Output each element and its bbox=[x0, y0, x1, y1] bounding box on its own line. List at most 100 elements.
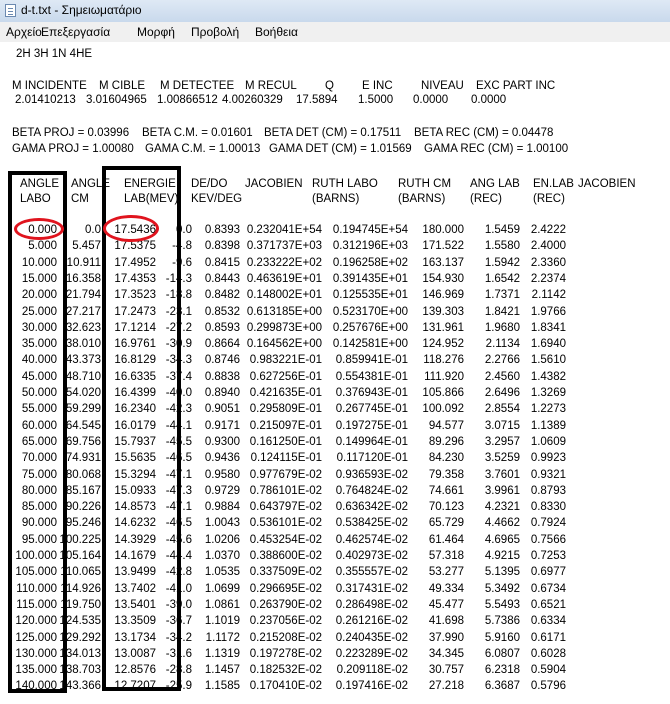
param-header: M RECUL bbox=[245, 80, 297, 92]
param-header: Q bbox=[325, 80, 334, 92]
table-cell: 0.8415 bbox=[204, 256, 240, 269]
table-cell: 0.263790E-02 bbox=[249, 598, 322, 611]
column-header: (REC) bbox=[533, 193, 565, 205]
column-header: (BARNS) bbox=[398, 193, 446, 205]
table-cell: 0.8793 bbox=[530, 484, 566, 497]
beta-rec: BETA REC (CM) = 0.04478 bbox=[414, 127, 554, 139]
column-header: LAB(MEV) bbox=[124, 193, 179, 205]
table-cell: 0.8532 bbox=[204, 305, 240, 318]
table-cell: 0.161250E-01 bbox=[249, 435, 322, 448]
table-cell: 0.8393 bbox=[204, 224, 240, 236]
menu-help[interactable]: Βοήθεια bbox=[255, 25, 298, 39]
column-header: CM bbox=[71, 193, 89, 205]
table-cell: 1.1019 bbox=[204, 615, 240, 628]
table-cell: 0.8940 bbox=[204, 387, 240, 399]
table-cell: 0.536101E-02 bbox=[249, 517, 322, 530]
table-cell: 0.977679E-02 bbox=[249, 468, 322, 481]
table-cell: 0.643797E-02 bbox=[249, 501, 322, 514]
table-cell: 1.1319 bbox=[204, 647, 240, 660]
table-cell: 1.1172 bbox=[205, 631, 240, 644]
table-cell: 0.124115E-01 bbox=[250, 452, 322, 465]
table-cell: 0.8443 bbox=[204, 272, 240, 285]
table-cell: 0.299873E+00 bbox=[246, 321, 322, 334]
param-value: 3.01604965 bbox=[86, 94, 147, 106]
table-cell: 0.6734 bbox=[530, 582, 566, 595]
table-cell: 2.2374 bbox=[530, 272, 566, 285]
table-cell: 0.148002E+01 bbox=[246, 289, 322, 302]
menu-edit[interactable]: Επεξεργασία bbox=[41, 25, 110, 39]
table-cell: 2.3360 bbox=[530, 256, 566, 269]
table-cell: 0.232041E+54 bbox=[246, 224, 322, 236]
column-header: ANG LAB bbox=[470, 178, 520, 190]
table-cell: 2.4000 bbox=[530, 240, 566, 253]
beta-cm: BETA C.M. = 0.01601 bbox=[142, 127, 253, 139]
window-title: d-t.txt - Σημειωματάριο bbox=[21, 3, 142, 17]
table-cell: 0.421635E-01 bbox=[249, 387, 322, 399]
column-header: ANGLE bbox=[71, 178, 110, 190]
table-cell: 0.8330 bbox=[530, 501, 566, 514]
table-cell: 1.5610 bbox=[530, 354, 566, 367]
table-cell: 0.6977 bbox=[530, 566, 566, 579]
table-cell: 0.371737E+03 bbox=[246, 240, 322, 253]
table-cell: 0.9321 bbox=[530, 468, 566, 481]
param-value: 17.5894 bbox=[296, 94, 338, 106]
column-header: RUTH CM bbox=[398, 178, 452, 190]
table-cell: 0.6028 bbox=[530, 647, 566, 660]
table-cell: 0.8398 bbox=[204, 240, 240, 253]
table-cell: 0.8664 bbox=[204, 338, 240, 351]
column-header: (BARNS) bbox=[312, 193, 360, 205]
gama-cm: GAMA C.M. = 1.00013 bbox=[145, 143, 261, 155]
table-cell: 0.388600E-02 bbox=[249, 550, 322, 562]
nuclei-line: 2H 3H 1N 4HE bbox=[16, 48, 93, 60]
table-cell: 0.463619E+01 bbox=[246, 272, 322, 285]
table-cell: 1.6940 bbox=[530, 338, 566, 351]
menu-format[interactable]: Μορφή bbox=[137, 25, 175, 39]
table-cell: 0.233222E+02 bbox=[246, 256, 322, 269]
table-cell: 0.8482 bbox=[204, 289, 240, 302]
menu-view[interactable]: Προβολή bbox=[191, 25, 239, 39]
table-cell: 1.1457 bbox=[204, 664, 240, 677]
table-cell: 1.4382 bbox=[530, 370, 566, 383]
table-cell: 0.9923 bbox=[530, 452, 566, 465]
column-header: JACOBIEN bbox=[245, 178, 303, 190]
table-cell: 0.9300 bbox=[204, 435, 240, 448]
table-cell: 0.296695E-02 bbox=[249, 582, 322, 595]
param-value: 0.0000 bbox=[413, 94, 449, 106]
table-cell: 1.0535 bbox=[204, 566, 240, 579]
table-cell: 0.983221E-01 bbox=[249, 354, 322, 367]
table-cell: 0.8746 bbox=[204, 354, 240, 367]
column-header: KEV/DEG bbox=[191, 193, 243, 205]
table-cell: 0.8838 bbox=[204, 370, 240, 383]
table-cell: 0.9436 bbox=[204, 452, 240, 465]
gama-proj: GAMA PROJ = 1.00080 bbox=[12, 143, 134, 155]
param-header: M INCIDENTE bbox=[12, 80, 87, 92]
column-header: RUTH LABO bbox=[312, 178, 378, 190]
table-cell: 0.170410E-02 bbox=[249, 680, 322, 693]
table-cell: 0.7253 bbox=[530, 550, 566, 562]
table-cell: 1.8341 bbox=[530, 321, 566, 334]
column-header: ENERGIE bbox=[124, 178, 176, 190]
table-cell: 0.164562E+00 bbox=[246, 338, 322, 351]
table-cell: 0.337509E-02 bbox=[249, 566, 322, 579]
table-cell: 0.6334 bbox=[530, 615, 566, 628]
table-cell: 0.627256E-01 bbox=[249, 370, 322, 383]
column-header: ANGLE bbox=[20, 178, 59, 190]
param-header: M DETECTEE bbox=[160, 80, 235, 92]
table-cell: 0.9580 bbox=[204, 468, 240, 481]
table-cell: 0.6521 bbox=[530, 598, 566, 611]
table-cell: 0.9051 bbox=[204, 403, 240, 416]
table-cell: 1.2273 bbox=[530, 403, 566, 416]
table-cell: 0.6171 bbox=[530, 631, 566, 644]
column-header: JACOBIEN bbox=[578, 178, 636, 190]
gama-det: GAMA DET (CM) = 1.01569 bbox=[269, 143, 412, 155]
table-cell: 0.9729 bbox=[204, 484, 240, 497]
table-cell: 0.453254E-02 bbox=[249, 533, 322, 546]
table-cell: 1.0699 bbox=[204, 582, 240, 595]
table-cell: 0.613185E+00 bbox=[246, 305, 322, 318]
text-editor[interactable]: 2H 3H 1N 4HE M INCIDENTE M CIBLE M DETEC… bbox=[0, 42, 670, 704]
table-cell: 1.1389 bbox=[530, 419, 566, 432]
table-cell: 0.786101E-02 bbox=[249, 484, 322, 497]
param-value: 1.00866512 bbox=[157, 94, 218, 106]
table-cell: 1.3269 bbox=[530, 387, 566, 399]
menu-file[interactable]: Αρχείο bbox=[6, 25, 42, 39]
